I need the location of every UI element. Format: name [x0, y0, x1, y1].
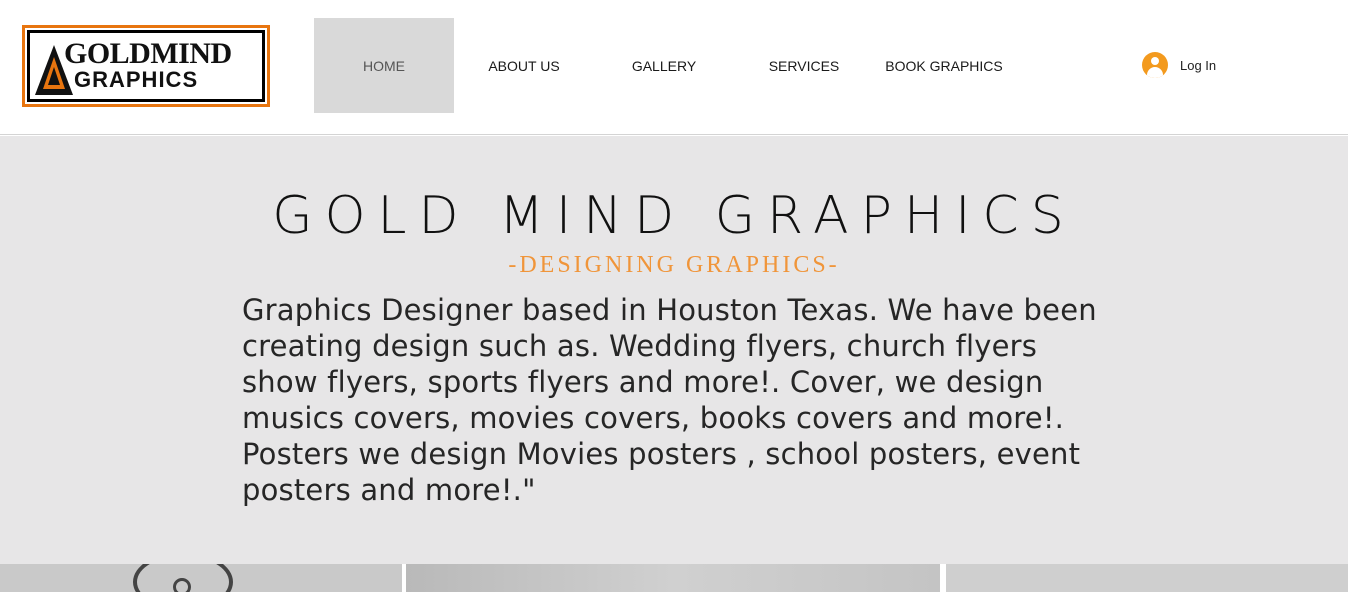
login-button[interactable]: Log In	[1142, 52, 1216, 78]
gallery-image-1[interactable]	[0, 564, 402, 592]
logo-wordmark-bottom: GRAPHICS	[74, 67, 199, 92]
nav-item-services[interactable]: SERVICES	[734, 18, 874, 113]
hero-subtitle: -DESIGNING GRAPHICS-	[508, 252, 840, 278]
login-label: Log In	[1180, 57, 1217, 73]
hero-section: GOLD MIND GRAPHICS -DESIGNING GRAPHICS- …	[0, 136, 1348, 564]
user-avatar-icon	[1142, 52, 1168, 78]
site-logo[interactable]: GOLDMIND GRAPHICS	[22, 25, 270, 107]
hero-description: Graphics Designer based in Houston Texas…	[242, 293, 1097, 507]
site-header: GOLDMIND GRAPHICS HOME ABOUT US GALLERY …	[0, 0, 1348, 135]
logo-wordmark-top: GOLDMIND	[64, 37, 232, 70]
gallery-image-3[interactable]	[946, 564, 1348, 592]
ring-graphic-inner	[173, 578, 191, 592]
nav-item-book-graphics[interactable]: BOOK GRAPHICS	[874, 18, 1014, 113]
gallery-divider	[940, 564, 944, 592]
nav-item-home[interactable]: HOME	[314, 18, 454, 113]
logo-frame: GOLDMIND GRAPHICS	[27, 30, 265, 102]
gallery-strip	[0, 564, 1348, 592]
main-nav: HOME ABOUT US GALLERY SERVICES BOOK GRAP…	[314, 18, 1014, 113]
gallery-divider	[402, 564, 406, 592]
nav-item-gallery[interactable]: GALLERY	[594, 18, 734, 113]
gallery-image-2[interactable]	[406, 564, 942, 592]
hero-title: GOLD MIND GRAPHICS	[272, 186, 1076, 246]
nav-item-about-us[interactable]: ABOUT US	[454, 18, 594, 113]
